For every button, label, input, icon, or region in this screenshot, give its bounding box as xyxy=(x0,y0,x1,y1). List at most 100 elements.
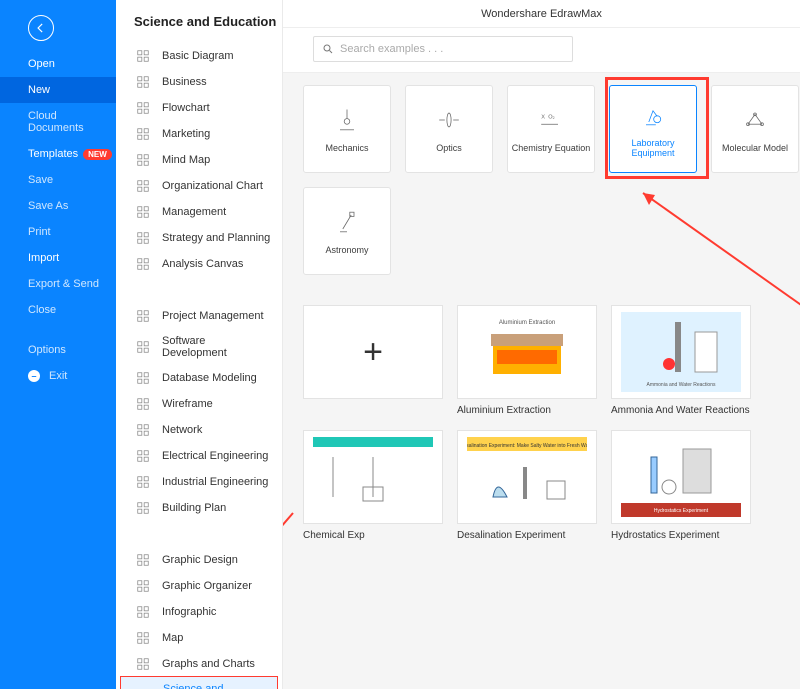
category-item-business[interactable]: Business xyxy=(116,69,282,95)
category-item-graphic-design[interactable]: Graphic Design xyxy=(116,547,282,573)
category-label: Strategy and Planning xyxy=(162,232,270,244)
category-item-analysis-canvas[interactable]: Analysis Canvas xyxy=(116,251,282,277)
search-input[interactable] xyxy=(340,43,564,55)
category-icon xyxy=(136,631,150,645)
category-item-map[interactable]: Map xyxy=(116,625,282,651)
subcategory-tile-mechanics[interactable]: Mechanics xyxy=(303,85,391,173)
sidebar-item-options[interactable]: Options xyxy=(0,337,116,363)
category-item-database-modeling[interactable]: Database Modeling xyxy=(116,365,282,391)
category-item-graphs-and-charts[interactable]: Graphs and Charts xyxy=(116,651,282,677)
subcategory-tile-astronomy[interactable]: Astronomy xyxy=(303,187,391,275)
svg-text:Aluminium Extraction: Aluminium Extraction xyxy=(499,320,555,326)
category-item-software-development[interactable]: Software Development xyxy=(116,329,282,365)
subcategory-tile-optics[interactable]: Optics xyxy=(405,85,493,173)
category-item-graphic-organizer[interactable]: Graphic Organizer xyxy=(116,573,282,599)
exit-label: Exit xyxy=(49,370,67,382)
category-item-flowchart[interactable]: Flowchart xyxy=(116,95,282,121)
category-title: Science and Education xyxy=(116,0,282,43)
category-label: Building Plan xyxy=(162,502,226,514)
template-desalination-experiment[interactable]: Desalination Experiment: Make Salty Wate… xyxy=(457,430,597,541)
template-label: Chemical Exp xyxy=(303,530,443,541)
laboratory-equipment-icon xyxy=(638,100,668,130)
category-icon xyxy=(136,179,150,193)
category-item-project-management[interactable]: Project Management xyxy=(116,303,282,329)
category-icon xyxy=(136,475,150,489)
category-icon xyxy=(136,340,150,354)
category-icon xyxy=(136,257,150,271)
sidebar-item-import[interactable]: Import xyxy=(0,245,116,271)
category-icon xyxy=(136,579,150,593)
category-item-network[interactable]: Network xyxy=(116,417,282,443)
sidebar-item-new[interactable]: New xyxy=(0,77,116,103)
sidebar-item-templates[interactable]: Templates NEW xyxy=(0,141,116,167)
template-thumbnail: + xyxy=(303,305,443,399)
category-item-wireframe[interactable]: Wireframe xyxy=(116,391,282,417)
template-thumbnail: Desalination Experiment: Make Salty Wate… xyxy=(457,430,597,524)
category-item-electrical-engineering[interactable]: Electrical Engineering xyxy=(116,443,282,469)
sidebar-item-open[interactable]: Open xyxy=(0,51,116,77)
category-label: Database Modeling xyxy=(162,372,257,384)
sidebar-item-exit[interactable]: – Exit xyxy=(0,363,116,389)
category-item-building-plan[interactable]: Building Plan xyxy=(116,495,282,521)
category-item-marketing[interactable]: Marketing xyxy=(116,121,282,147)
category-label: Business xyxy=(162,76,207,88)
template-chemical-exp[interactable]: Chemical Exp xyxy=(303,430,443,541)
template-aluminium-extraction[interactable]: Aluminium ExtractionAluminium Extraction xyxy=(457,305,597,416)
template-label: Desalination Experiment xyxy=(457,530,597,541)
new-badge: NEW xyxy=(83,149,112,160)
sidebar-item-cloud-documents[interactable]: Cloud Documents xyxy=(0,103,116,141)
optics-icon xyxy=(434,105,464,135)
tile-label: Chemistry Equation xyxy=(512,143,591,153)
category-icon xyxy=(136,553,150,567)
sidebar-item-close[interactable]: Close xyxy=(0,297,116,323)
exit-icon: – xyxy=(28,370,40,382)
main-panel: Wondershare EdrawMax MechanicsOpticsXO₂C… xyxy=(283,0,800,689)
mechanics-icon xyxy=(332,105,362,135)
template-hydrostatics-experiment[interactable]: Hydrostatics Experiment Hydrostatics Expe… xyxy=(611,430,751,541)
template-label: Hydrostatics Experiment xyxy=(611,530,751,541)
template-label: Ammonia And Water Reactions xyxy=(611,405,751,416)
category-label: Graphic Organizer xyxy=(162,580,252,592)
category-icon xyxy=(136,49,150,63)
category-label: Science and Education xyxy=(163,683,267,689)
category-item-industrial-engineering[interactable]: Industrial Engineering xyxy=(116,469,282,495)
category-item-management[interactable]: Management xyxy=(116,199,282,225)
sidebar-item-print[interactable]: Print xyxy=(0,219,116,245)
chemistry-equation-icon: XO₂ xyxy=(536,105,566,135)
category-icon xyxy=(136,309,150,323)
category-item-mind-map[interactable]: Mind Map xyxy=(116,147,282,173)
category-item-strategy-and-planning[interactable]: Strategy and Planning xyxy=(116,225,282,251)
sidebar-item-save[interactable]: Save xyxy=(0,167,116,193)
category-item-science-and-education[interactable]: Science and Education xyxy=(120,676,278,689)
category-label: Flowchart xyxy=(162,102,210,114)
svg-text:O₂: O₂ xyxy=(548,115,555,121)
template-ammonia-and-water-reactions[interactable]: Ammonia and Water Reactions Ammonia And W… xyxy=(611,305,751,416)
template-blank[interactable]: + xyxy=(303,305,443,416)
subcategory-tile-chemistry-equation[interactable]: XO₂ Chemistry Equation xyxy=(507,85,595,173)
category-icon xyxy=(136,657,150,671)
category-icon xyxy=(136,153,150,167)
category-label: Wireframe xyxy=(162,398,213,410)
subcategory-tile-molecular-model[interactable]: Molecular Model xyxy=(711,85,799,173)
category-label: Basic Diagram xyxy=(162,50,234,62)
template-thumbnail: Hydrostatics Experiment xyxy=(611,430,751,524)
sidebar-item-export-send[interactable]: Export & Send xyxy=(0,271,116,297)
category-label: Electrical Engineering xyxy=(162,450,268,462)
back-button[interactable] xyxy=(28,15,54,41)
template-thumbnail: Ammonia and Water Reactions xyxy=(611,305,751,399)
category-icon xyxy=(136,397,150,411)
category-icon xyxy=(136,605,150,619)
category-icon xyxy=(136,127,150,141)
category-label: Analysis Canvas xyxy=(162,258,243,270)
category-item-basic-diagram[interactable]: Basic Diagram xyxy=(116,43,282,69)
category-item-infographic[interactable]: Infographic xyxy=(116,599,282,625)
sidebar-item-save-as[interactable]: Save As xyxy=(0,193,116,219)
category-label: Infographic xyxy=(162,606,216,618)
category-item-organizational-chart[interactable]: Organizational Chart xyxy=(116,173,282,199)
tile-label: Molecular Model xyxy=(722,143,788,153)
subcategory-tile-laboratory-equipment[interactable]: Laboratory Equipment xyxy=(609,85,697,173)
category-label: Network xyxy=(162,424,202,436)
search-box[interactable] xyxy=(313,36,573,62)
tile-label: Mechanics xyxy=(325,143,368,153)
category-icon xyxy=(136,75,150,89)
